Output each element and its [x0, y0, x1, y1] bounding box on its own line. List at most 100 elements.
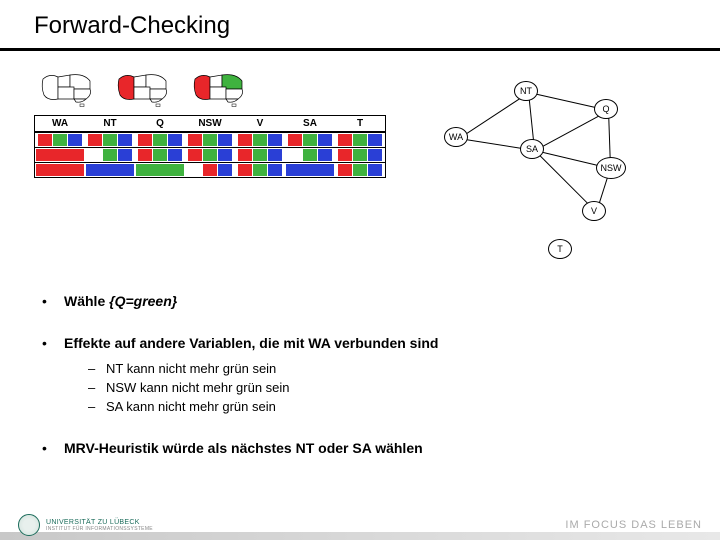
bullet-1: Effekte auf andere Variablen, die mit WA… — [34, 335, 686, 414]
slide: Forward-Checking WANTQNSWVSAT WANT — [0, 0, 720, 540]
dt-cell-0-NT — [85, 133, 135, 147]
dt-cell-2-SA — [285, 163, 335, 177]
dt-cell-2-WA — [35, 163, 85, 177]
swatch-empty — [188, 164, 202, 176]
node-T: T — [548, 239, 572, 259]
sub-item-1-1: NSW kann nicht mehr grün sein — [88, 380, 686, 395]
node-SA: SA — [520, 139, 544, 159]
dt-header-SA: SA — [285, 116, 335, 132]
slide-title: Forward-Checking — [0, 0, 720, 48]
swatch — [188, 149, 202, 161]
swatch — [303, 149, 317, 161]
dt-cell-1-NSW — [185, 148, 235, 162]
dt-cell-0-SA — [285, 133, 335, 147]
dt-cell-1-WA — [35, 148, 85, 162]
bullet-list: Wähle {Q=green} Effekte auf andere Variab… — [34, 293, 686, 456]
swatch — [253, 164, 267, 176]
dt-cell-2-Q — [135, 163, 185, 177]
sub-item-1-0: NT kann nicht mehr grün sein — [88, 361, 686, 376]
swatch — [353, 149, 367, 161]
dt-header-NSW: NSW — [185, 116, 235, 132]
dt-cell-2-T — [335, 163, 385, 177]
bullet-0: Wähle {Q=green} — [34, 293, 686, 309]
swatch — [118, 134, 132, 146]
dt-header-Q: Q — [135, 116, 185, 132]
swatch — [138, 149, 152, 161]
swatch — [368, 149, 382, 161]
swatch — [238, 164, 252, 176]
dt-cell-2-V — [235, 163, 285, 177]
node-Q: Q — [594, 99, 618, 119]
mini-maps-row — [34, 69, 386, 107]
footer-inst: INSTITUT FÜR INFORMATIONSSYSTEME — [46, 526, 153, 532]
node-NT: NT — [514, 81, 538, 101]
footer-motto: IM FOCUS DAS LEBEN — [565, 519, 702, 531]
swatch — [153, 149, 167, 161]
swatch — [338, 164, 352, 176]
swatch — [303, 134, 317, 146]
domain-row-2 — [35, 162, 385, 177]
dt-cell-1-Q — [135, 148, 185, 162]
swatch — [253, 134, 267, 146]
swatch — [218, 164, 232, 176]
swatch — [268, 134, 282, 146]
dt-cell-2-NT — [85, 163, 135, 177]
swatch — [138, 134, 152, 146]
domain-row-0 — [35, 132, 385, 147]
swatch — [118, 149, 132, 161]
swatch-empty — [88, 149, 102, 161]
mini-map-1 — [116, 69, 176, 107]
domain-table: WANTQNSWVSAT — [34, 115, 386, 178]
node-WA: WA — [444, 127, 468, 147]
swatch — [218, 149, 232, 161]
swatch — [218, 134, 232, 146]
dt-header-WA: WA — [35, 116, 85, 132]
university-seal-icon — [18, 514, 40, 536]
swatch — [238, 134, 252, 146]
domain-row-1 — [35, 147, 385, 162]
dt-cell-2-NSW — [185, 163, 235, 177]
swatch — [103, 134, 117, 146]
dt-cell-0-T — [335, 133, 385, 147]
swatch — [253, 149, 267, 161]
swatch — [268, 149, 282, 161]
swatch — [188, 134, 202, 146]
footer-uni: UNIVERSITÄT ZU LÜBECK — [46, 519, 153, 526]
footer-left: UNIVERSITÄT ZU LÜBECK INSTITUT FÜR INFOR… — [18, 514, 153, 536]
swatch — [368, 164, 382, 176]
swatch — [136, 164, 184, 176]
swatch — [268, 164, 282, 176]
swatch — [86, 164, 134, 176]
dt-header-NT: NT — [85, 116, 135, 132]
dt-header-V: V — [235, 116, 285, 132]
dt-cell-0-NSW — [185, 133, 235, 147]
footer-uni-text: UNIVERSITÄT ZU LÜBECK INSTITUT FÜR INFOR… — [46, 519, 153, 532]
figure-row: WANTQNSWVSAT WANTSAQNSWVT — [34, 69, 686, 249]
domain-figure: WANTQNSWVSAT — [34, 69, 386, 178]
swatch — [338, 134, 352, 146]
swatch — [288, 134, 302, 146]
sub-list-1: NT kann nicht mehr grün sein NSW kann nic… — [64, 361, 686, 414]
swatch — [203, 164, 217, 176]
dt-cell-0-WA — [35, 133, 85, 147]
swatch — [88, 134, 102, 146]
swatch — [318, 134, 332, 146]
dt-cell-1-NT — [85, 148, 135, 162]
swatch — [168, 149, 182, 161]
swatch — [368, 134, 382, 146]
swatch — [318, 149, 332, 161]
node-V: V — [582, 201, 606, 221]
swatch — [286, 164, 334, 176]
dt-cell-1-V — [235, 148, 285, 162]
node-NSW: NSW — [596, 157, 626, 179]
swatch — [353, 134, 367, 146]
mini-map-0 — [40, 69, 100, 107]
bullet-text-2: MRV-Heuristik würde als nächstes NT oder… — [64, 440, 423, 456]
bullet-text-1: Effekte auf andere Variablen, die mit WA… — [64, 335, 438, 351]
swatch — [38, 134, 52, 146]
dt-cell-0-V — [235, 133, 285, 147]
swatch-empty — [288, 149, 302, 161]
bullet-2: MRV-Heuristik würde als nächstes NT oder… — [34, 440, 686, 456]
swatch — [338, 149, 352, 161]
swatch — [153, 134, 167, 146]
